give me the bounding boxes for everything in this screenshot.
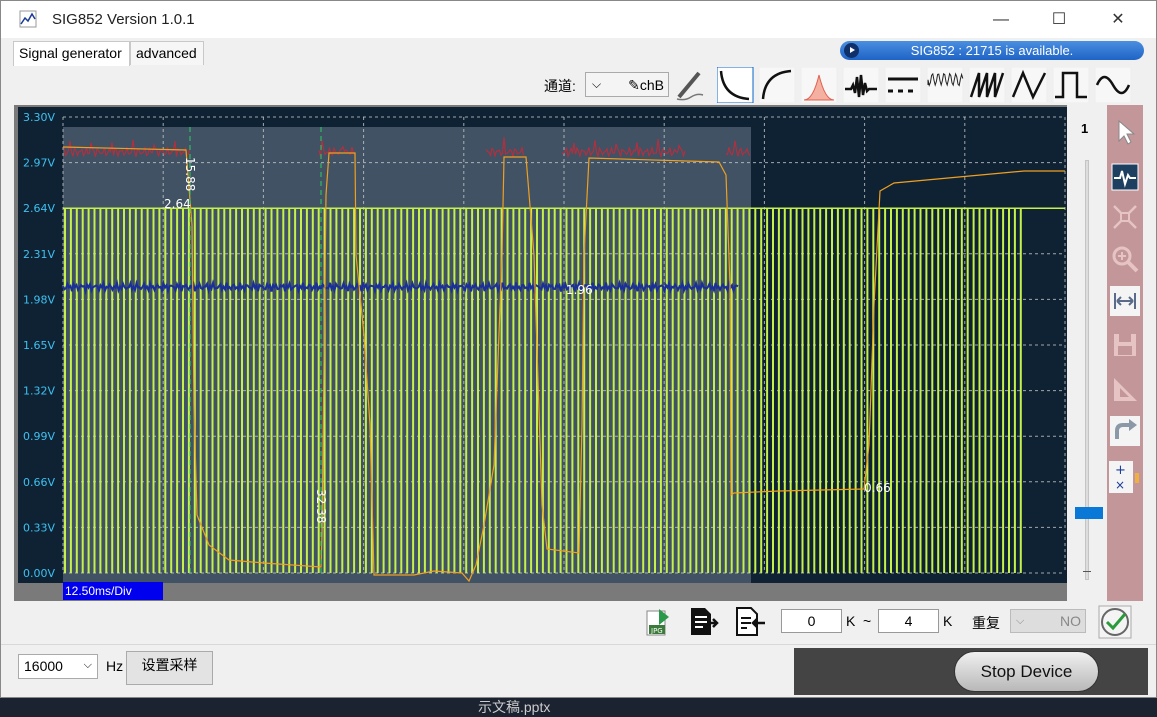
svg-text:JPG: JPG	[650, 627, 663, 635]
y-tick-label: 2.64V	[23, 202, 55, 215]
channel-label: 通道:	[544, 78, 576, 94]
channel-side-panel: 1	[1067, 105, 1107, 601]
desktop-file-label: 示文稿.pptx	[478, 699, 551, 715]
fit-screen-icon[interactable]	[1109, 201, 1141, 233]
maximize-icon[interactable]: ☐	[1039, 7, 1079, 33]
range-separator: ~	[863, 613, 872, 629]
probe-pen-icon[interactable]	[671, 67, 707, 103]
redo-icon[interactable]	[1109, 415, 1141, 447]
range-end-unit: K	[943, 613, 953, 629]
app-logo-icon	[19, 10, 37, 28]
svg-text:×: ×	[1115, 478, 1125, 492]
device-status-text: SIG852 : 21715 is available.	[910, 43, 1074, 58]
device-status-badge: SIG852 : 21715 is available.	[840, 41, 1144, 60]
y-tick-label: 1.98V	[23, 293, 55, 306]
hz-label: Hz	[106, 658, 124, 674]
app-window: SIG852 Version 1.0.1 — ☐ ✕ Signal genera…	[0, 0, 1157, 698]
marker-label: 15.88	[183, 157, 197, 191]
add-marker-icon[interactable]: +×	[1109, 461, 1141, 493]
y-tick-label: 0.99V	[23, 430, 55, 443]
confirm-check-icon[interactable]	[1098, 605, 1132, 639]
svg-text:+: +	[1115, 463, 1126, 478]
gaussian-icon	[800, 67, 838, 103]
range-end-input[interactable]: 4	[878, 609, 939, 633]
wave-icon-frame	[884, 67, 922, 103]
scope-plot[interactable]: 3.30V 2.97V 2.64V 2.31V 1.98V 1.65V 1.32V 0.99V…	[14, 105, 1106, 601]
sinc-icon	[842, 67, 880, 103]
noise-icon	[926, 67, 964, 103]
square-wave-icon	[1052, 67, 1090, 103]
sample-rate-select[interactable]: 16000 ⌵	[18, 654, 98, 679]
repeat-select[interactable]: ⌵ NO	[1010, 609, 1086, 633]
repeat-label: 重复	[972, 615, 1000, 631]
tab-signal-generator[interactable]: Signal generator	[13, 41, 130, 66]
y-tick-label: 0.00V	[23, 567, 55, 580]
rise-curve-icon	[758, 67, 796, 103]
import-data-icon[interactable]	[733, 605, 767, 637]
stop-device-button[interactable]: Stop Device	[954, 651, 1099, 692]
measure-width-icon[interactable]	[1109, 285, 1141, 317]
marker-label: 0.66	[864, 481, 891, 495]
wave-icon-frame	[926, 67, 964, 103]
y-tick-label: 0.66V	[23, 476, 55, 489]
channel-value: ✎chB	[628, 77, 664, 93]
export-data-icon[interactable]	[687, 605, 719, 637]
chevron-down-icon: ⌵	[1016, 615, 1025, 627]
scope-view-icon[interactable]	[1109, 161, 1141, 193]
slider-tick	[1083, 571, 1091, 572]
channel-number: 1	[1081, 121, 1089, 136]
pointer-icon[interactable]	[1109, 115, 1141, 147]
save-icon[interactable]	[1109, 329, 1141, 361]
y-tick-label: 2.97V	[23, 157, 55, 170]
chevron-down-icon: ⌵	[83, 659, 92, 671]
range-start-input[interactable]: 0	[781, 609, 842, 633]
window-title: SIG852 Version 1.0.1	[52, 11, 195, 28]
y-tick-label: 1.32V	[23, 385, 55, 398]
sample-rate-value: 16000	[24, 658, 63, 674]
minimize-icon[interactable]: —	[981, 7, 1021, 33]
dash-line-icon	[884, 67, 922, 103]
export-jpg-icon[interactable]: JPG	[643, 605, 675, 637]
triangle-icon	[1010, 67, 1048, 103]
vertical-slider-thumb[interactable]	[1075, 506, 1103, 519]
sawtooth-icon	[968, 67, 1006, 103]
y-tick-label: 2.31V	[23, 248, 55, 261]
set-sampling-button[interactable]: 设置采样	[126, 651, 213, 685]
marker-label: 32.38	[314, 489, 328, 523]
waveform-toolbar	[717, 67, 1132, 103]
y-tick-label: 3.30V	[23, 111, 55, 124]
oscilloscope-display[interactable]: 3.30V 2.97V 2.64V 2.31V 1.98V 1.65V 1.32V 0.99V…	[14, 105, 1106, 601]
divider	[1, 644, 1156, 645]
y-tick-label: 1.65V	[23, 339, 55, 352]
wave-icon-frame	[717, 67, 754, 103]
play-icon	[844, 43, 859, 58]
range-start-unit: K	[846, 613, 856, 629]
marker-label: 1.96	[566, 283, 593, 297]
title-bar: SIG852 Version 1.0.1 — ☐ ✕	[1, 1, 1156, 38]
repeat-value: NO	[1060, 613, 1081, 629]
timebase-label: 12.50ms/Div	[63, 582, 163, 600]
fall-curve-icon	[717, 67, 754, 103]
y-tick-label: 0.33V	[23, 521, 55, 534]
ruler-triangle-icon[interactable]	[1109, 373, 1141, 405]
channel-select[interactable]: ⌵ ✎chB	[585, 72, 669, 97]
tab-advanced[interactable]: advanced	[130, 41, 204, 65]
sine-wave-icon	[1094, 67, 1132, 103]
wave-icon-frame	[758, 67, 796, 103]
marker-label: 2.64	[164, 197, 191, 211]
chevron-down-icon: ⌵	[592, 77, 602, 91]
right-toolbar: + ×	[1107, 105, 1143, 601]
close-icon[interactable]: ✕	[1098, 7, 1138, 33]
zoom-in-icon[interactable]	[1109, 243, 1141, 275]
